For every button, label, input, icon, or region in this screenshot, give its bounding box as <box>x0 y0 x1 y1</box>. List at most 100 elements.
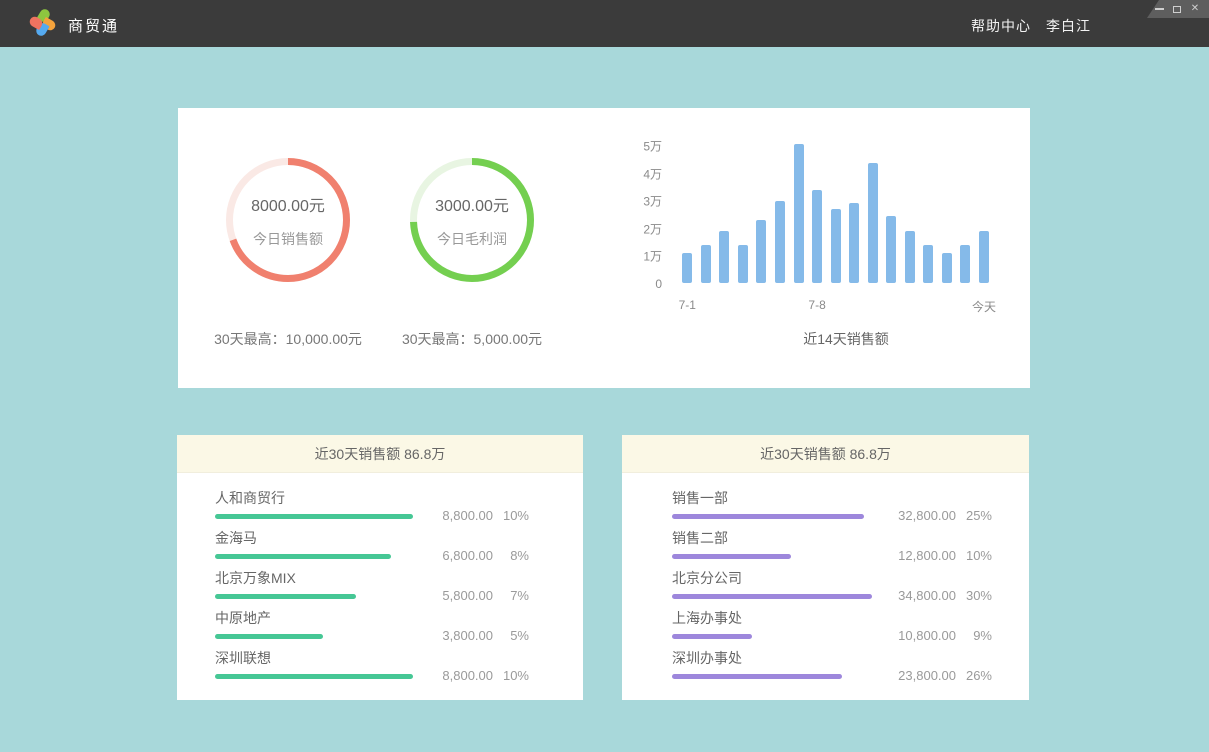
sales-bar <box>775 201 785 284</box>
departments-sales-card: 近30天销售额 86.8万 销售一部 32,800.0025% 销售二部 12,800… <box>622 435 1029 700</box>
progress-bar <box>215 634 323 639</box>
bar-column <box>826 145 845 283</box>
item-name: 深圳办事处 <box>672 651 992 666</box>
item-value: 8,800.0010% <box>421 508 529 523</box>
y-axis-label: 4万 <box>643 165 662 182</box>
item-value: 12,800.0010% <box>884 548 992 563</box>
maximize-button[interactable] <box>1172 3 1182 15</box>
list-item: 北京分公司34,800.0030% <box>622 571 1029 611</box>
item-value: 6,800.008% <box>421 548 529 563</box>
ring-center-text: 8000.00元 今日销售额 <box>226 158 350 282</box>
bar-column <box>956 145 975 283</box>
item-value: 5,800.007% <box>421 588 529 603</box>
item-percent: 10% <box>493 508 529 523</box>
sales-bar <box>812 190 822 284</box>
sales-bar <box>868 163 878 283</box>
y-axis-label: 5万 <box>643 138 662 155</box>
item-percent: 5% <box>493 628 529 643</box>
today-profit-ring-chart: 3000.00元 今日毛利润 <box>410 158 534 282</box>
item-amount: 3,800.00 <box>421 628 493 643</box>
item-amount: 23,800.00 <box>884 668 956 683</box>
bar-column <box>789 145 808 283</box>
bar-column <box>901 145 920 283</box>
minimize-button[interactable] <box>1154 3 1164 15</box>
username-menu[interactable]: 李白江 <box>1046 16 1091 36</box>
item-value: 23,800.0026% <box>884 668 992 683</box>
item-amount: 8,800.00 <box>421 668 493 683</box>
today-profit-label: 今日毛利润 <box>437 229 507 249</box>
item-value: 3,800.005% <box>421 628 529 643</box>
bar-column <box>752 145 771 283</box>
sales-bar <box>979 231 989 283</box>
list-item: 销售二部 12,800.0010% <box>622 531 1029 571</box>
item-amount: 12,800.00 <box>884 548 956 563</box>
progress-bar <box>215 514 413 519</box>
item-amount: 32,800.00 <box>884 508 956 523</box>
progress-bar <box>215 554 391 559</box>
close-button[interactable]: ✕ <box>1190 3 1200 15</box>
item-percent: 26% <box>956 668 992 683</box>
bar-column <box>863 145 882 283</box>
item-name: 销售二部 <box>672 531 992 546</box>
bar-chart-title: 近14天销售额 <box>688 329 1004 349</box>
bar-column: 7-8 <box>808 145 827 283</box>
item-name: 人和商贸行 <box>215 491 529 506</box>
sales-bar <box>923 245 933 284</box>
customers-sales-card: 近30天销售额 86.8万 人和商贸行8,800.0010%金海马6,800.0… <box>177 435 583 700</box>
list-item: 销售一部 32,800.0025% <box>622 491 1029 531</box>
departments-card-body: 销售一部 32,800.0025% 销售二部 12,800.0010% 北京分公司34,… <box>622 473 1029 691</box>
overview-card: 8000.00元 今日销售额 30天最高：10,000.00元 3000.00元… <box>178 108 1030 388</box>
progress-bar <box>215 674 413 679</box>
profit-30day-max-note: 30天最高：5,000.00元 <box>362 329 582 349</box>
bar-column <box>845 145 864 283</box>
bar-column <box>919 145 938 283</box>
item-percent: 10% <box>493 668 529 683</box>
item-name: 销售一部 <box>672 491 992 506</box>
item-percent: 25% <box>956 508 992 523</box>
customers-card-title: 近30天销售额 86.8万 <box>177 435 583 473</box>
item-name: 北京万象MIX <box>215 571 529 586</box>
x-axis-label: 今天 <box>972 298 996 315</box>
help-center-link[interactable]: 帮助中心 <box>971 16 1031 36</box>
list-item: 中原地产 3,800.005% <box>177 611 583 651</box>
bar-chart-plot: 7-17-8今天 <box>678 145 994 283</box>
window-controls: ✕ <box>1147 0 1209 18</box>
x-axis-label: 7-1 <box>679 298 696 312</box>
item-name: 中原地产 <box>215 611 529 626</box>
minimize-icon <box>1155 8 1164 10</box>
titlebar: 商贸通 帮助中心 李白江 ✕ <box>0 0 1209 47</box>
bar-column: 今天 <box>975 145 994 283</box>
item-percent: 10% <box>956 548 992 563</box>
item-value: 32,800.0025% <box>884 508 992 523</box>
sales-bar <box>831 209 841 283</box>
item-percent: 30% <box>956 588 992 603</box>
list-item: 人和商贸行 8,800.0010% <box>177 491 583 531</box>
list-item: 金海马 6,800.008% <box>177 531 583 571</box>
list-item: 北京万象MIX 5,800.007% <box>177 571 583 611</box>
item-name: 上海办事处 <box>672 611 992 626</box>
y-axis-label: 2万 <box>643 220 662 237</box>
sales-bar <box>682 253 692 283</box>
sales-bar <box>849 203 859 283</box>
bar-column <box>715 145 734 283</box>
progress-bar <box>672 594 872 599</box>
x-axis-label: 7-8 <box>808 298 825 312</box>
sales-bar <box>960 245 970 284</box>
item-amount: 6,800.00 <box>421 548 493 563</box>
sales-bar <box>794 144 804 283</box>
sales-bar <box>756 220 766 283</box>
bar-column <box>938 145 957 283</box>
today-profit-value: 3000.00元 <box>435 192 509 216</box>
app-window: 商贸通 帮助中心 李白江 ✕ 8000.00元 今日销售额 30天最高：10,0… <box>0 0 1209 752</box>
list-item: 深圳办事处 23,800.0026% <box>622 651 1029 691</box>
list-item: 上海办事处10,800.009% <box>622 611 1029 651</box>
item-percent: 9% <box>956 628 992 643</box>
bar-column <box>734 145 753 283</box>
departments-card-title: 近30天销售额 86.8万 <box>622 435 1029 473</box>
list-item: 深圳联想8,800.0010% <box>177 651 583 691</box>
bar-column <box>882 145 901 283</box>
progress-bar <box>215 594 356 599</box>
item-name: 金海马 <box>215 531 529 546</box>
sales-bar <box>738 245 748 284</box>
item-amount: 8,800.00 <box>421 508 493 523</box>
